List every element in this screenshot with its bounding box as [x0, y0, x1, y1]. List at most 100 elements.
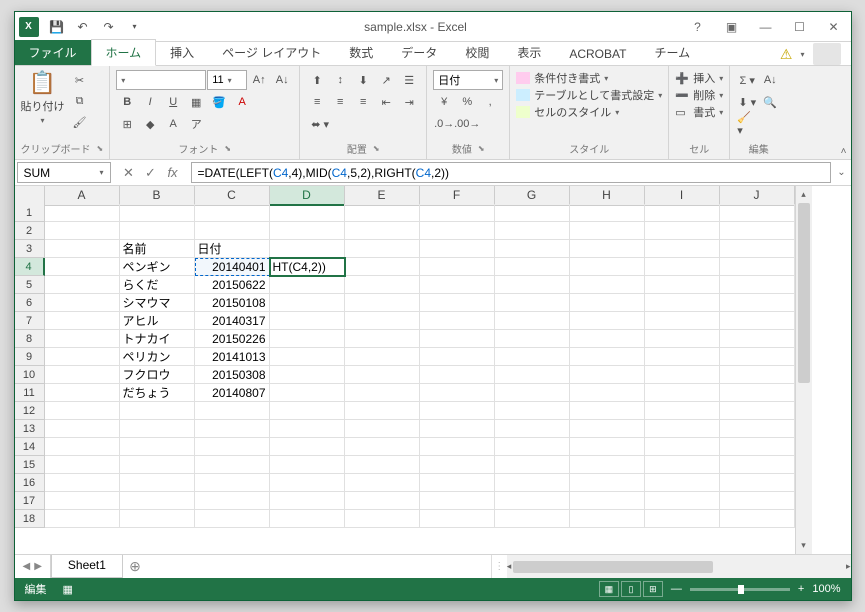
sheet-nav-next-icon[interactable]: ▶ [34, 561, 42, 572]
enter-formula-icon[interactable]: ✓ [141, 163, 161, 183]
cell[interactable] [45, 348, 120, 366]
cell[interactable] [270, 204, 345, 222]
cell[interactable] [645, 240, 720, 258]
tab-team[interactable]: チーム [640, 40, 704, 65]
cell[interactable] [645, 492, 720, 510]
formula-input[interactable]: =DATE(LEFT(C4,4),MID(C4,5,2),RIGHT(C4,2)… [191, 162, 831, 183]
ribbon-options-icon[interactable]: ▣ [715, 15, 749, 39]
cell[interactable] [495, 474, 570, 492]
row-header[interactable]: 14 [15, 438, 45, 456]
cell[interactable] [345, 240, 420, 258]
cell[interactable] [495, 456, 570, 474]
cell[interactable] [120, 204, 195, 222]
row-header[interactable]: 1 [15, 204, 45, 222]
dialog-launcher-icon[interactable]: ⬊ [97, 144, 104, 153]
fill-icon[interactable]: ◆ [139, 114, 161, 134]
align-right-icon[interactable]: ≡ [352, 92, 374, 112]
cell[interactable] [570, 204, 645, 222]
row-header[interactable]: 17 [15, 492, 45, 510]
cell[interactable] [720, 348, 795, 366]
paste-button[interactable]: 📋 貼り付け ▾ [21, 70, 65, 125]
cell[interactable] [570, 348, 645, 366]
cell[interactable] [45, 222, 120, 240]
row-header[interactable]: 15 [15, 456, 45, 474]
cell[interactable] [495, 438, 570, 456]
cell[interactable] [645, 420, 720, 438]
cell[interactable] [495, 276, 570, 294]
cell[interactable] [120, 222, 195, 240]
cell[interactable] [495, 294, 570, 312]
cell[interactable] [570, 366, 645, 384]
cell[interactable] [345, 330, 420, 348]
cell[interactable] [270, 366, 345, 384]
cell[interactable] [420, 222, 495, 240]
cell[interactable]: 名前 [120, 240, 195, 258]
cell[interactable] [120, 510, 195, 528]
row-header[interactable]: 2 [15, 222, 45, 240]
tab-pagelayout[interactable]: ページ レイアウト [208, 40, 335, 65]
dialog-launcher-icon[interactable]: ⬊ [373, 144, 380, 153]
cell[interactable] [45, 456, 120, 474]
cell[interactable] [495, 348, 570, 366]
row-header[interactable]: 7 [15, 312, 45, 330]
indent-decrease-icon[interactable]: ⇤ [375, 92, 397, 112]
cell[interactable] [345, 258, 420, 276]
tab-file[interactable]: ファイル [15, 40, 91, 65]
dropdown-icon[interactable]: ▾ [800, 50, 804, 59]
cell[interactable] [345, 402, 420, 420]
tab-home[interactable]: ホーム [91, 39, 157, 66]
cell[interactable] [495, 366, 570, 384]
phonetic-icon[interactable]: ア [185, 114, 207, 134]
cell[interactable] [270, 474, 345, 492]
cell[interactable] [270, 348, 345, 366]
cell[interactable] [570, 330, 645, 348]
scroll-left-icon[interactable]: ◂ [507, 558, 512, 575]
align-top-icon[interactable]: ⬆ [306, 70, 328, 90]
find-icon[interactable]: 🔍 [759, 92, 781, 112]
cell[interactable] [345, 222, 420, 240]
cell[interactable] [645, 474, 720, 492]
column-header[interactable]: G [495, 186, 570, 206]
cell[interactable] [495, 384, 570, 402]
redo-icon[interactable]: ↷ [97, 15, 121, 39]
cell[interactable] [45, 384, 120, 402]
cell[interactable] [195, 222, 270, 240]
cell[interactable] [495, 492, 570, 510]
cell[interactable] [45, 312, 120, 330]
indent-increase-icon[interactable]: ⇥ [398, 92, 420, 112]
cell[interactable]: 20150308 [195, 366, 270, 384]
help-icon[interactable]: ? [681, 15, 715, 39]
cell[interactable] [645, 510, 720, 528]
cell[interactable] [570, 276, 645, 294]
close-icon[interactable]: ✕ [817, 15, 851, 39]
cell[interactable] [195, 204, 270, 222]
bold-icon[interactable]: B [116, 92, 138, 112]
cell[interactable] [120, 456, 195, 474]
scroll-thumb[interactable] [513, 561, 713, 573]
cell[interactable] [420, 366, 495, 384]
cell[interactable]: 20140807 [195, 384, 270, 402]
cell[interactable] [495, 510, 570, 528]
column-header[interactable]: I [645, 186, 720, 206]
column-header[interactable]: J [720, 186, 795, 206]
cell[interactable] [45, 366, 120, 384]
view-pagebreak-icon[interactable]: ⊞ [643, 581, 663, 597]
decrease-font-icon[interactable]: A↓ [271, 70, 293, 90]
cell[interactable] [570, 474, 645, 492]
cell[interactable] [495, 222, 570, 240]
cell[interactable] [720, 366, 795, 384]
cell[interactable] [420, 258, 495, 276]
underline-icon[interactable]: U [162, 92, 184, 112]
font-size-select[interactable]: 11▾ [207, 70, 247, 90]
column-header[interactable]: F [420, 186, 495, 206]
row-header[interactable]: 18 [15, 510, 45, 528]
zoom-level[interactable]: 100% [812, 583, 840, 595]
row-header[interactable]: 12 [15, 402, 45, 420]
cell[interactable] [420, 348, 495, 366]
cell[interactable] [420, 330, 495, 348]
qat-customize-icon[interactable]: ▾ [123, 15, 147, 39]
orientation-icon[interactable]: ↗ [375, 70, 397, 90]
save-icon[interactable]: 💾 [45, 15, 69, 39]
cell[interactable] [720, 222, 795, 240]
cell[interactable] [645, 438, 720, 456]
